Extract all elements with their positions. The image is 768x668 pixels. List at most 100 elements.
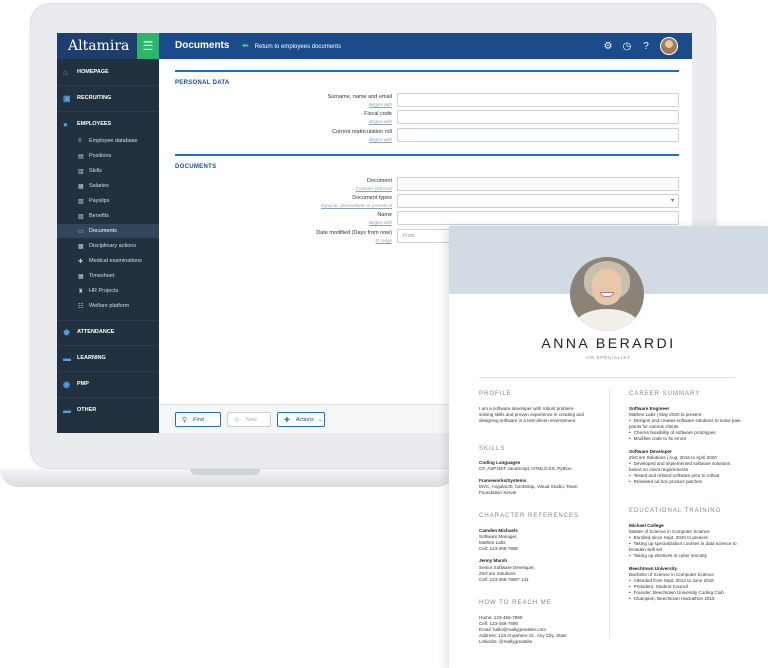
find-button[interactable]: ⚲ Find	[175, 412, 221, 427]
sidebar-item-label: ATTENDANCE	[77, 329, 115, 335]
school-meta: Master of Science in Computer Science	[629, 529, 710, 535]
contact-line: Home: 123-456-7890	[479, 615, 523, 620]
sidebar-item-employees[interactable]: ● EMPLOYEES	[57, 115, 159, 133]
new-button-label: New	[245, 416, 257, 423]
sidebar-item-label: Payslips	[89, 198, 110, 204]
sidebar-item-other[interactable]: ▬ OTHER	[57, 401, 159, 419]
skill-text: MVC, AngularJS, bootstrap, Visual Studio…	[479, 484, 578, 496]
sidebar-item-skills[interactable]: ▥ Skills	[57, 164, 159, 178]
document-types-select[interactable]	[397, 194, 679, 208]
actions-button[interactable]: ✚ Actions ⌄	[277, 412, 325, 427]
sidebar-item-medical-examinations[interactable]: ✚ Medical examinations	[57, 254, 159, 268]
sidebar-item-learning[interactable]: ▬ LEARNING	[57, 349, 159, 367]
sidebar-item-homepage[interactable]: ⌂ HOMEPAGE	[57, 63, 159, 81]
skill-text: C#, ASP.NET JavaScript, HTML/CSS, Python	[479, 466, 572, 472]
chevron-down-icon: ⌄	[317, 416, 323, 423]
sidebar-item-label: PMP	[77, 381, 89, 387]
education-list: Michael College Master of Science in Com…	[629, 523, 741, 602]
document-input[interactable]	[397, 177, 679, 191]
sidebar-item-label: RECRUITING	[77, 95, 112, 101]
skills-heading: SKILLS	[479, 446, 506, 452]
benefits-icon: ▨	[78, 213, 84, 220]
sidebar-item-label: Documents	[89, 228, 117, 234]
field-operator-link[interactable]: Begins with	[369, 220, 392, 225]
hr-projects-icon: ♜	[78, 288, 84, 295]
references-list: Camden Michaels Software Manager, Matheo…	[479, 528, 589, 583]
surname-name-email-input[interactable]	[397, 93, 679, 107]
field-operator-link[interactable]: Equal to, descendants or parents of	[321, 203, 392, 208]
brand-logo[interactable]: Altamira	[57, 33, 137, 59]
sidebar-item-attendance[interactable]: ♚ ATTENDANCE	[57, 323, 159, 341]
documents-icon: ▭	[78, 228, 84, 235]
sidebar-item-disciplinary-actions[interactable]: ▩ Disciplinary actions	[57, 239, 159, 253]
contact-line: Cell: 123-456-7890	[479, 621, 519, 627]
back-link[interactable]: ⬅ Return to employees documents	[242, 41, 341, 50]
clock-icon[interactable]: ◷	[622, 41, 632, 52]
welfare-icon: ☷	[78, 303, 84, 310]
sidebar-item-label: HR Projects	[89, 288, 119, 294]
job-title: Software Developer	[629, 448, 672, 454]
field-operator-link[interactable]: In range	[375, 238, 392, 243]
payslips-icon: ▧	[78, 198, 84, 205]
field-operator-link[interactable]: Begins with	[369, 137, 392, 142]
sidebar-item-payslips[interactable]: ▧ Payslips	[57, 194, 159, 208]
sidebar-item-label: EMPLOYEES	[77, 121, 112, 127]
gear-icon[interactable]: ⚙	[603, 41, 613, 52]
sidebar-divider	[57, 345, 159, 346]
field-label: Surname, name and email	[327, 94, 392, 100]
contact-list: Home: 123-456-7890 Cell: 123-456-7890 Em…	[479, 615, 604, 645]
laptop-notch	[190, 469, 260, 475]
resume-role: HR SPECIALIST	[586, 355, 631, 360]
school-name: Michael College	[629, 523, 664, 528]
sidebar-item-salaries[interactable]: ▦ Salaries	[57, 179, 159, 193]
skills-list: Coding Languages C#, ASP.NET JavaScript,…	[479, 460, 589, 497]
briefcase-icon: ▣	[63, 93, 71, 103]
user-avatar[interactable]	[660, 37, 678, 55]
sidebar-item-timesheet[interactable]: ▦ Timesheet	[57, 269, 159, 283]
sidebar-item-label: Employee database	[89, 138, 138, 144]
page-title: Documents	[175, 40, 230, 51]
sidebar-item-documents[interactable]: ▭ Documents	[57, 224, 159, 238]
field-operator-link[interactable]: Contains (full text)	[356, 186, 392, 191]
job-title: Software Engineer	[629, 406, 670, 411]
reference-line: ZinCore Solutions	[479, 570, 516, 576]
field-operator-link[interactable]: Begins with	[369, 119, 392, 124]
matriculation-roll-input[interactable]	[397, 128, 679, 142]
field-operator-link[interactable]: Begins with	[369, 102, 392, 107]
actions-button-label: Actions	[295, 416, 314, 423]
sidebar-item-pmp[interactable]: ◉ PMP	[57, 375, 159, 393]
job-bullet: Developed and implemented software solut…	[629, 461, 741, 473]
career-list: Software Engineer Matheo Labs | May 2020…	[629, 406, 741, 485]
section-divider	[175, 70, 679, 72]
job-bullet: Released ad hoc product patches	[629, 479, 741, 485]
plus-circle-icon: ⊕	[234, 416, 240, 424]
sidebar-item-recruiting[interactable]: ▣ RECRUITING	[57, 89, 159, 107]
pmp-icon: ◉	[63, 379, 70, 389]
salaries-icon: ▦	[78, 183, 84, 190]
fiscal-code-input[interactable]	[397, 110, 679, 124]
help-icon[interactable]: ?	[641, 41, 651, 52]
name-input[interactable]	[397, 211, 679, 225]
reference-line: Senior Software Developer,	[479, 564, 535, 570]
disciplinary-icon: ▩	[78, 243, 84, 250]
sidebar-divider	[57, 397, 159, 398]
other-icon: ▬	[63, 405, 71, 415]
sidebar-item-label: Salaries	[89, 183, 109, 189]
hamburger-icon[interactable]: ☰	[137, 33, 159, 59]
field-label: Name	[377, 212, 392, 218]
new-button[interactable]: ⊕ New	[227, 412, 271, 427]
sidebar-item-employee-database[interactable]: ≡ Employee database	[57, 134, 159, 148]
sidebar-item-label: Timesheet	[89, 273, 115, 279]
sidebar-item-benefits[interactable]: ▨ Benefits	[57, 209, 159, 223]
job-meta: Matheo Labs | May 2020 to present	[629, 412, 702, 418]
sidebar-item-hr-projects[interactable]: ♜ HR Projects	[57, 284, 159, 298]
reference-line: Cell: 123-456-7890* 141	[479, 576, 529, 582]
job-bullets: Developed and implemented software solut…	[629, 461, 741, 485]
sidebar-divider	[57, 111, 159, 112]
contact-line: Email: hello@reallygreatsite.com	[479, 627, 546, 633]
sidebar-item-welfare-platform[interactable]: ☷ Welfare platform	[57, 299, 159, 313]
sidebar-item-positions[interactable]: ▤ Positions	[57, 149, 159, 163]
back-arrow-icon: ⬅	[242, 41, 249, 50]
resume-card: ANNA BERARDI HR SPECIALIST PROFILE I am …	[449, 226, 768, 668]
references-heading: CHARACTER REFERENCES	[479, 513, 580, 519]
